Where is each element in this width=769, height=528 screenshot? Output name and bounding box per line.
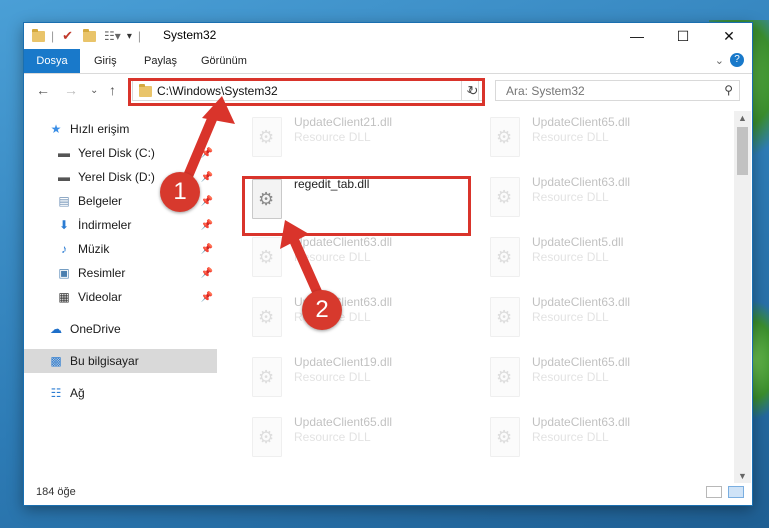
annotation-arrows bbox=[178, 96, 327, 308]
annotation-badge-2: 2 bbox=[302, 290, 342, 330]
annotation-badge-1: 1 bbox=[160, 172, 200, 212]
